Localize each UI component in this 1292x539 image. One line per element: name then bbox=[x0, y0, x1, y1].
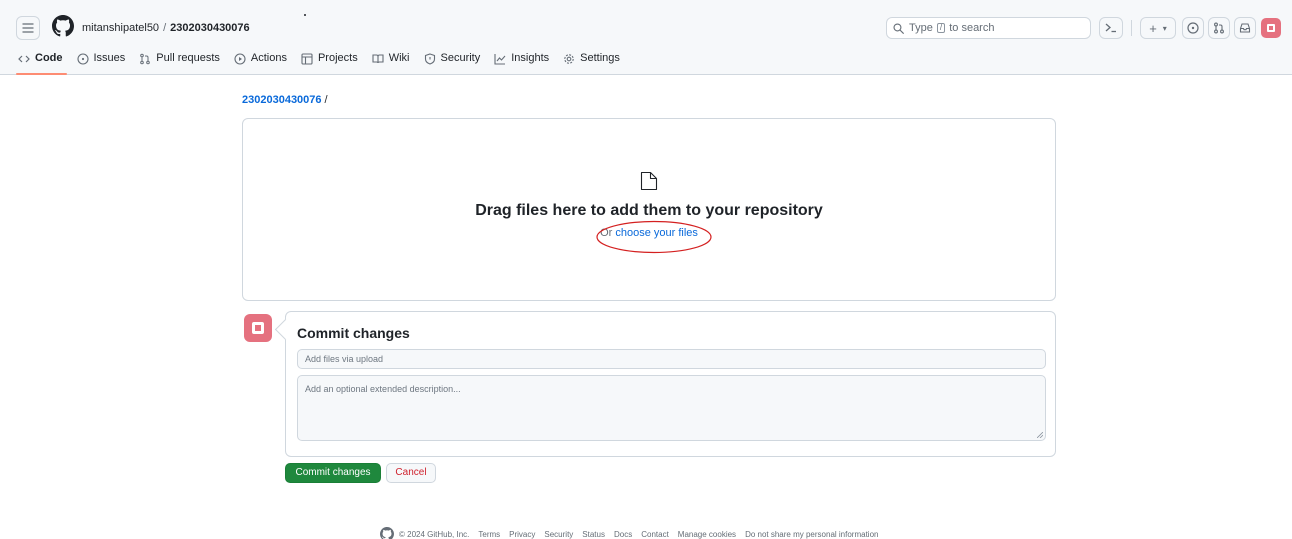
tab-actions[interactable]: Actions bbox=[234, 49, 287, 75]
tab-security[interactable]: Security bbox=[424, 49, 481, 75]
tab-issues[interactable]: Issues bbox=[76, 49, 126, 75]
search-suffix: to search bbox=[949, 22, 995, 34]
header-divider bbox=[1131, 20, 1132, 36]
annotation-circle bbox=[596, 220, 712, 254]
tab-wiki[interactable]: Wiki bbox=[372, 49, 410, 75]
inbox-icon bbox=[1239, 23, 1251, 33]
stray-dot bbox=[304, 14, 306, 16]
context-separator: / bbox=[163, 22, 167, 34]
footer-link-do-not-share[interactable]: Do not share my personal information bbox=[745, 530, 878, 539]
commit-description-input[interactable] bbox=[297, 375, 1046, 441]
page-footer: © 2024 GitHub, Inc. Terms Privacy Securi… bbox=[380, 527, 887, 539]
create-new-button[interactable]: + ▾ bbox=[1140, 17, 1176, 39]
footer-link-status[interactable]: Status bbox=[582, 530, 605, 539]
hamburger-menu-button[interactable] bbox=[16, 16, 40, 40]
tab-insights[interactable]: Insights bbox=[494, 49, 549, 75]
commit-summary-input[interactable] bbox=[297, 349, 1046, 369]
search-input[interactable]: Type / to search bbox=[886, 17, 1091, 39]
book-icon bbox=[372, 54, 384, 64]
tab-label: Actions bbox=[250, 52, 287, 64]
tab-label: Pull requests bbox=[156, 52, 220, 64]
tab-label: Projects bbox=[317, 52, 358, 64]
committer-avatar bbox=[244, 314, 272, 342]
footer-link-security[interactable]: Security bbox=[544, 530, 573, 539]
footer-link-contact[interactable]: Contact bbox=[641, 530, 669, 539]
terminal-icon bbox=[1105, 23, 1116, 33]
commit-title: Commit changes bbox=[297, 325, 410, 341]
search-shortcut-key: / bbox=[936, 23, 946, 33]
issue-icon bbox=[1187, 22, 1199, 34]
tab-settings[interactable]: Settings bbox=[563, 49, 620, 75]
issue-icon bbox=[76, 53, 89, 65]
avatar-glyph bbox=[1267, 24, 1275, 32]
search-icon bbox=[893, 22, 904, 34]
footer-copyright: © 2024 GitHub, Inc. bbox=[399, 529, 470, 539]
footer-link-manage-cookies[interactable]: Manage cookies bbox=[678, 530, 736, 539]
tab-label: Insights bbox=[511, 52, 550, 64]
tab-projects[interactable]: Projects bbox=[301, 49, 358, 75]
tab-label: Wiki bbox=[388, 52, 410, 64]
file-drop-zone[interactable]: Drag files here to add them to your repo… bbox=[242, 118, 1056, 301]
table-icon bbox=[301, 53, 313, 65]
repo-link[interactable]: 2302030430076 bbox=[170, 22, 250, 34]
owner-link[interactable]: mitanshipatel50 bbox=[82, 22, 159, 34]
commit-changes-button[interactable]: Commit changes bbox=[285, 463, 381, 483]
plus-icon: + bbox=[1149, 20, 1157, 36]
search-prefix: Type bbox=[909, 22, 933, 34]
user-avatar[interactable] bbox=[1261, 18, 1281, 38]
drop-zone-title: Drag files here to add them to your repo… bbox=[475, 202, 823, 219]
app-header: mitanshipatel50/2302030430076 Type / to … bbox=[0, 0, 1292, 75]
pull-request-icon bbox=[140, 53, 151, 65]
avatar-glyph bbox=[252, 322, 264, 334]
tab-label: Code bbox=[35, 52, 63, 64]
pull-requests-button[interactable] bbox=[1208, 17, 1230, 39]
shield-icon bbox=[424, 53, 435, 65]
tab-label: Issues bbox=[93, 52, 126, 64]
hamburger-icon bbox=[22, 23, 34, 33]
resize-grip-icon[interactable] bbox=[1037, 432, 1043, 438]
code-icon bbox=[18, 55, 30, 63]
tab-code[interactable]: Code bbox=[16, 49, 66, 75]
breadcrumb-repo-link[interactable]: 2302030430076 bbox=[242, 94, 322, 106]
github-logo-icon[interactable] bbox=[380, 527, 394, 539]
breadcrumb-separator: / bbox=[324, 94, 328, 106]
footer-link-privacy[interactable]: Privacy bbox=[509, 530, 535, 539]
breadcrumb: 2302030430076/ bbox=[242, 94, 328, 106]
command-palette-button[interactable] bbox=[1099, 17, 1123, 39]
play-icon bbox=[234, 53, 246, 65]
repo-context: mitanshipatel50 /2302030430076 bbox=[82, 21, 250, 35]
pull-request-icon bbox=[1214, 22, 1224, 34]
inbox-button[interactable] bbox=[1234, 17, 1256, 39]
file-icon bbox=[640, 171, 658, 191]
commit-form: Commit changes bbox=[285, 311, 1056, 457]
gear-icon bbox=[564, 54, 574, 64]
graph-icon bbox=[494, 54, 506, 65]
footer-link-terms[interactable]: Terms bbox=[478, 530, 500, 539]
tab-label: Security bbox=[440, 52, 481, 64]
tab-label: Settings bbox=[580, 52, 620, 64]
repo-tabs: Code Issues Pull requests Actions Projec… bbox=[16, 49, 634, 75]
tab-pull-requests[interactable]: Pull requests bbox=[139, 49, 220, 75]
issues-button[interactable] bbox=[1182, 17, 1204, 39]
github-logo-icon[interactable] bbox=[52, 15, 74, 37]
cancel-button[interactable]: Cancel bbox=[386, 463, 436, 483]
caret-down-icon: ▾ bbox=[1162, 23, 1167, 33]
footer-link-docs[interactable]: Docs bbox=[614, 530, 632, 539]
